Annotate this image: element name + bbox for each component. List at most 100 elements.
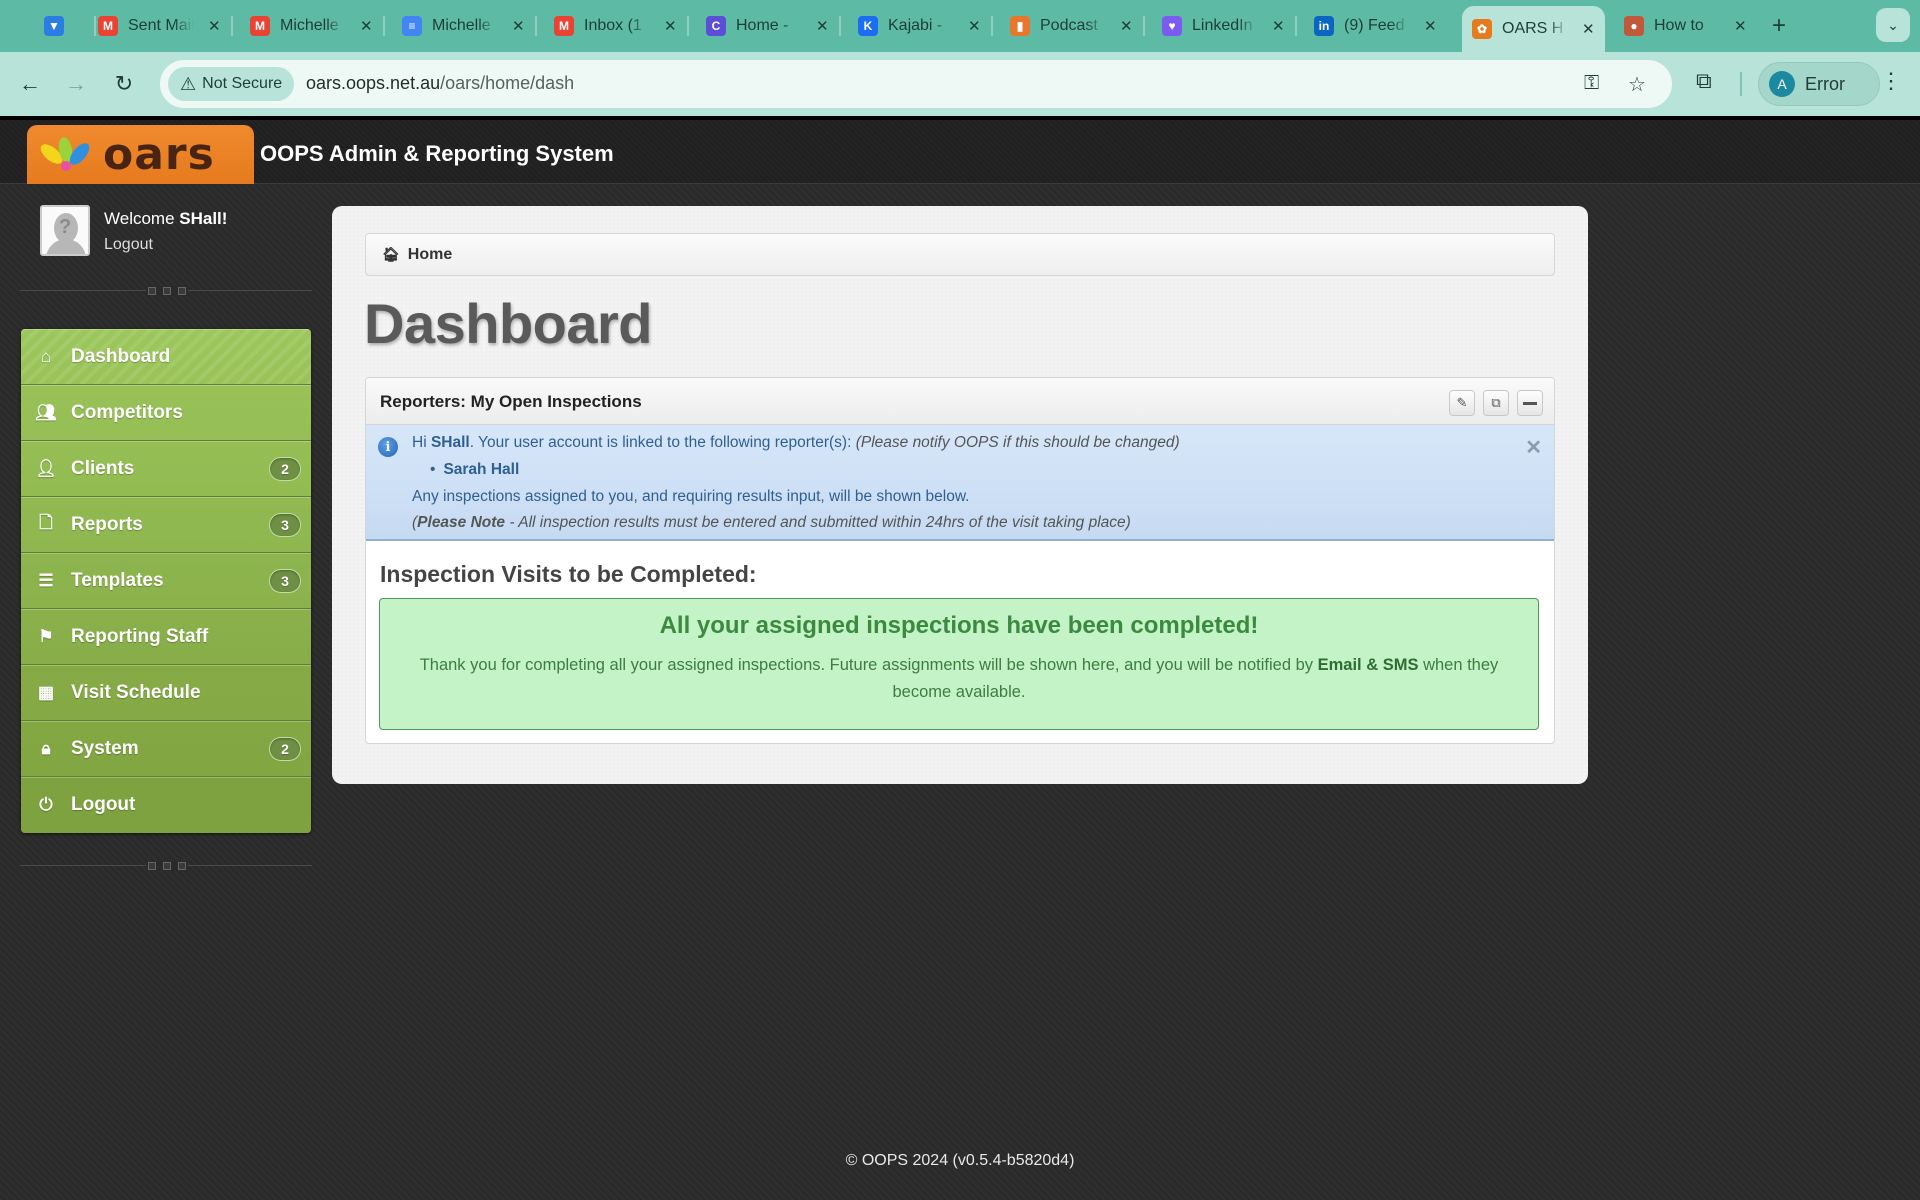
browser-tab[interactable]: ▮ Podcast ✕ <box>1000 8 1145 44</box>
oars-icon: ✿ <box>1472 19 1492 39</box>
arrow-right-icon: → <box>65 71 87 96</box>
sidebar-divider-bottom <box>20 861 312 871</box>
page-body: ? Welcome SHall! Logout ⌂ Dashboard 👥︎ Comp… <box>0 185 1920 1200</box>
sidebar-item-clients[interactable]: 👤︎ Clients 2 <box>21 441 311 497</box>
browser-tab[interactable]: in (9) Feed ✕ <box>1304 8 1447 44</box>
app-header: oars OOPS Admin & Reporting System <box>0 116 1920 184</box>
sidebar-item-label: Visit Schedule <box>71 681 201 703</box>
reload-button[interactable]: ↻ <box>108 68 140 100</box>
box-edit-button[interactable]: ✎ <box>1449 390 1475 416</box>
close-tab-icon[interactable]: ✕ <box>1272 17 1285 35</box>
calendar-icon: ▦ <box>37 682 55 702</box>
trello-icon: ▮ <box>1010 16 1030 36</box>
site-security-chip[interactable]: ⚠ Not Secure <box>168 67 295 101</box>
sidebar-item-label: Logout <box>71 794 136 815</box>
sidebar-item-visit-schedule[interactable]: ▦ Visit Schedule <box>21 665 311 721</box>
please-note-text: (Please Note - All inspection results mu… <box>412 514 1131 531</box>
tab-title: LinkedIn <box>1192 17 1253 34</box>
more-vertical-icon: ⋮ <box>1880 68 1902 93</box>
close-tab-icon[interactable]: ✕ <box>1734 17 1747 35</box>
close-tab-icon[interactable]: ✕ <box>816 17 829 35</box>
box-expand-button[interactable]: ⧉ <box>1483 390 1509 416</box>
new-tab-button[interactable]: + <box>1772 12 1786 40</box>
heart-chat-icon: ♥ <box>1162 16 1182 36</box>
browser-tab[interactable]: ● How to ✕ <box>1614 8 1757 44</box>
users-icon: 👥︎ <box>35 402 57 422</box>
tab-title: Kajabi - <box>888 17 943 34</box>
document-icon: 🗋︎ <box>39 513 53 532</box>
oars-logo[interactable]: oars <box>27 125 254 184</box>
browser-tab[interactable]: M Michelle ✕ <box>240 8 385 44</box>
browser-tab[interactable]: ♥ LinkedIn ✕ <box>1152 8 1297 44</box>
password-key-icon[interactable]: ⚿ <box>1584 72 1599 95</box>
toolbar-divider <box>1740 72 1742 96</box>
eraser-icon: ✎ <box>1456 395 1468 410</box>
oars-leaves-icon <box>37 135 95 175</box>
profile-status: Error <box>1805 73 1845 94</box>
gmail-icon: M <box>250 16 270 36</box>
avatar: ? <box>40 205 90 256</box>
extensions-puzzle-icon[interactable]: ⧉ <box>1696 68 1712 94</box>
browser-tab[interactable]: K Kajabi - ✕ <box>848 8 993 44</box>
home-icon: 🏠︎ <box>382 246 400 262</box>
count-badge: 3 <box>269 569 301 593</box>
browser-tab[interactable]: M Sent Mail ✕ <box>88 8 233 44</box>
sidebar-item-label: Reporting Staff <box>71 625 209 647</box>
browser-tab[interactable]: ≡ Michelle ✕ <box>392 8 537 44</box>
linked-reporters-text: Hi SHall. Your user account is linked to… <box>412 434 1180 451</box>
reporter-list-item: Sarah Hall <box>430 461 519 479</box>
sidebar-item-logout[interactable]: ⏻ Logout <box>21 777 311 833</box>
breadcrumb: 🏠︎ Home <box>365 233 1555 276</box>
sidebar-item-system[interactable]: 🔒︎ System 2 <box>21 721 311 777</box>
profile-button[interactable]: A Error <box>1758 62 1880 106</box>
back-button[interactable]: ← <box>14 68 46 100</box>
lock-icon: 🔒︎ <box>41 738 51 758</box>
sidebar-item-reports[interactable]: 🗋︎ Reports 3 <box>21 497 311 553</box>
info-icon: i <box>378 437 398 457</box>
profile-avatar: A <box>1769 71 1795 97</box>
sidebar-item-dashboard[interactable]: ⌂ Dashboard <box>21 329 311 385</box>
reload-icon: ↻ <box>114 71 134 96</box>
browser-tab[interactable]: ✿ OARS H ✕ <box>1462 6 1605 52</box>
flag-icon: ⚑ <box>38 626 54 646</box>
user-logout-link[interactable]: Logout <box>104 236 153 254</box>
tab-title: Podcast <box>1040 17 1098 34</box>
home-icon: ⌂ <box>40 346 52 366</box>
close-tab-icon[interactable]: ✕ <box>664 17 677 35</box>
close-tab-icon[interactable]: ✕ <box>1424 17 1437 35</box>
close-tab-icon[interactable]: ✕ <box>208 17 221 35</box>
username: SHall! <box>179 209 228 228</box>
close-tab-icon[interactable]: ✕ <box>1582 20 1595 38</box>
bookmark-star-icon[interactable]: ☆ <box>1628 72 1646 97</box>
sidebar-item-templates[interactable]: ☰ Templates 3 <box>21 553 311 609</box>
url-text[interactable]: oars.oops.net.au/oars/home/dash <box>306 73 574 94</box>
browser-menu-button[interactable]: ⋮ <box>1880 68 1902 94</box>
browser-tab[interactable]: ▼ <box>34 8 96 44</box>
info-alert: i Hi SHall. Your user account is linked … <box>366 425 1554 541</box>
power-icon: ⏻ <box>39 795 53 814</box>
count-badge: 2 <box>269 457 301 481</box>
box-minimize-button[interactable] <box>1517 390 1543 416</box>
sidebar-item-label: Templates <box>71 569 164 591</box>
content-panel: 🏠︎ Home Dashboard Reporters: My Open Ins… <box>332 206 1588 784</box>
close-tab-icon[interactable]: ✕ <box>968 17 981 35</box>
browser-tab[interactable]: C Home - ✕ <box>696 8 841 44</box>
kajabi-icon: K <box>858 16 878 36</box>
sidebar-item-competitors[interactable]: 👥︎ Competitors <box>21 385 311 441</box>
list-icon: ☰ <box>38 570 54 590</box>
sidebar-nav: ⌂ Dashboard 👥︎ Competitors 👤︎ Clients 2 🗋︎ Repor… <box>21 329 311 833</box>
close-tab-icon[interactable]: ✕ <box>512 17 525 35</box>
count-badge: 2 <box>269 737 301 761</box>
tab-search-button[interactable]: ⌄ <box>1876 8 1910 42</box>
close-tab-icon[interactable]: ✕ <box>1120 17 1133 35</box>
sidebar-item-reporting-staff[interactable]: ⚑ Reporting Staff <box>21 609 311 665</box>
tab-title: (9) Feed <box>1344 17 1405 34</box>
browser-tab[interactable]: M Inbox (1 ✕ <box>544 8 689 44</box>
forward-button[interactable]: → <box>60 68 92 100</box>
close-tab-icon[interactable]: ✕ <box>360 17 373 35</box>
close-icon[interactable]: ✕ <box>1525 435 1542 460</box>
address-bar[interactable]: ⚠ Not Secure oars.oops.net.au/oars/home/… <box>160 60 1672 108</box>
success-heading: All your assigned inspections have been … <box>659 612 1259 639</box>
gmail-icon: M <box>554 16 574 36</box>
breadcrumb-home-link[interactable]: Home <box>408 246 452 264</box>
